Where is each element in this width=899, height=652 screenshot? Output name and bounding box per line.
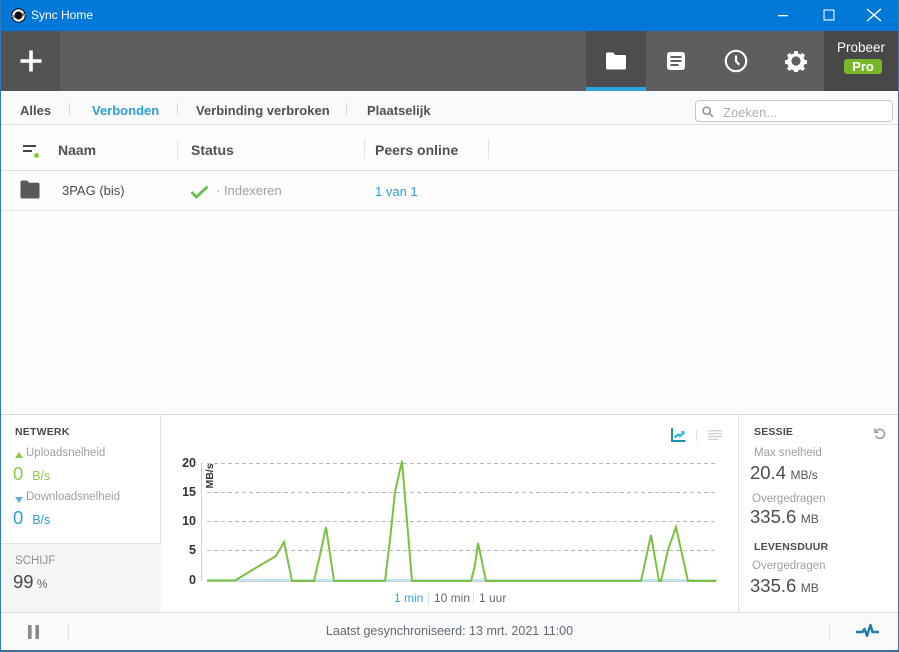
svg-text:15: 15 bbox=[182, 485, 196, 499]
svg-text:MB/s: MB/s bbox=[204, 463, 216, 488]
svg-text:10: 10 bbox=[182, 514, 196, 528]
svg-text:20: 20 bbox=[182, 456, 196, 470]
svg-text:5: 5 bbox=[189, 543, 196, 557]
svg-text:0: 0 bbox=[189, 573, 196, 587]
